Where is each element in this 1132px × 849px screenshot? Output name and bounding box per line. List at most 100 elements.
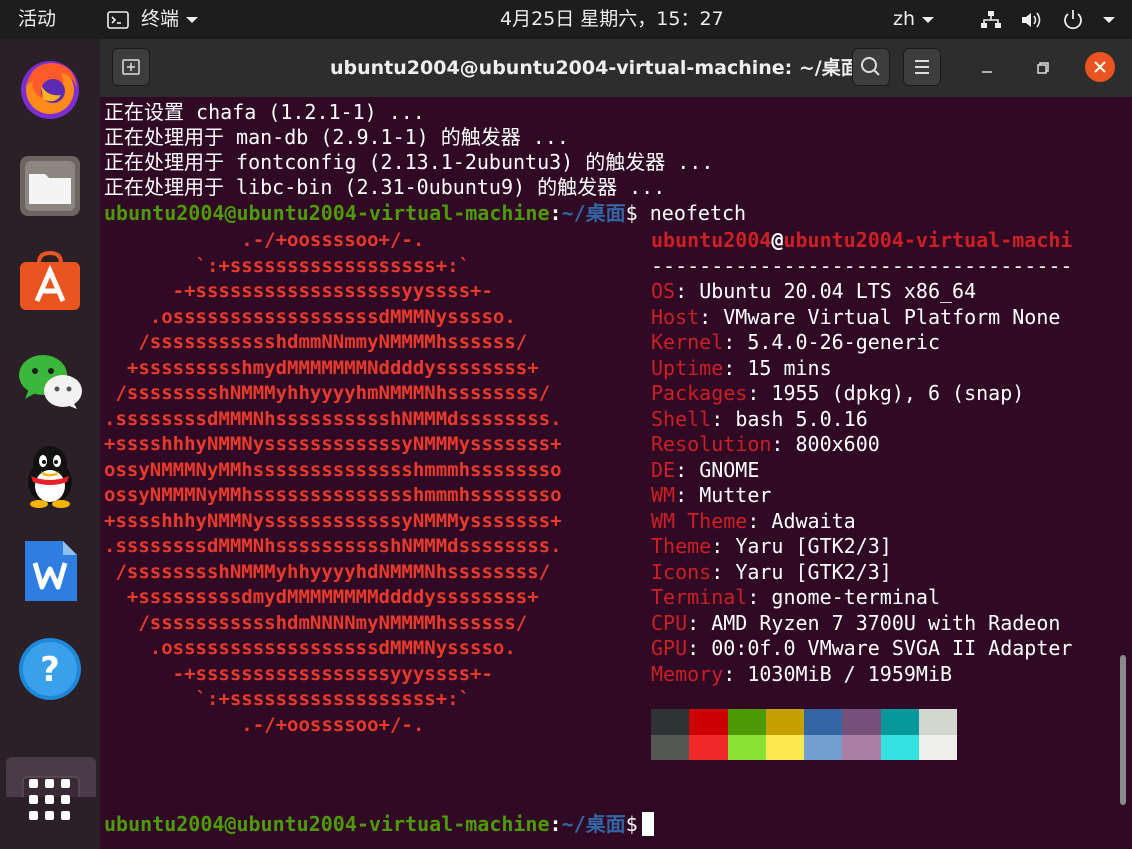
dock-files[interactable] (17, 152, 83, 218)
info-value: bash 5.0.16 (735, 406, 868, 431)
info-value: GNOME (699, 457, 760, 482)
info-colon: : (711, 559, 736, 584)
info-value: Mutter (699, 483, 772, 507)
qq-icon (28, 446, 72, 508)
info-value: 15 mins (747, 355, 832, 380)
info-row: DE: GNOME (651, 458, 759, 484)
color-swatch (842, 709, 881, 735)
menu-button[interactable] (903, 48, 941, 86)
dock-firefox[interactable] (17, 55, 83, 121)
maximize-button[interactable] (1028, 53, 1058, 83)
language-label: zh (893, 8, 916, 30)
logo-line: +ssssssssshmydMMMMMMMNddddyssssssss+ (104, 356, 539, 379)
info-key: Resolution (651, 432, 772, 456)
info-key: CPU (651, 610, 688, 635)
dock-wps[interactable] (17, 539, 83, 605)
logo-line: `:+ssssssssssssssssss+:` (104, 254, 471, 277)
info-colon: : (687, 610, 712, 635)
info-key: Uptime (651, 355, 724, 380)
power-icon (1064, 9, 1082, 29)
info-colon: : (675, 483, 700, 507)
scrollbar[interactable] (1120, 655, 1126, 805)
info-colon: : (747, 381, 772, 405)
info-user: ubuntu2004 (651, 228, 772, 252)
info-host: ubuntu2004-virtual-machi (783, 228, 1073, 252)
system-menu[interactable] (980, 0, 1116, 39)
hamburger-menu-icon (915, 60, 929, 74)
info-value: gnome-terminal (771, 585, 940, 609)
color-swatch (689, 709, 728, 735)
output-line: 正在处理用于 man-db (2.9.1-1) 的触发器 ... (104, 125, 569, 149)
info-row: GPU: 00:0f.0 VMware SVGA II Adapter (651, 636, 1072, 662)
logo-line: .ssssssssdMMMNhsssssssssshNMMMdssssssss. (104, 535, 562, 557)
logo-line: +sssssssssdmydMMMMMMMMddddyssssssss+ (104, 586, 539, 608)
output-line: 正在处理用于 libc-bin (2.31-0ubuntu9) 的触发器 ... (104, 175, 666, 199)
logo-line: /sssssssshNMMMyhhyyyyhdNMMMNhssssssss/ (104, 560, 551, 583)
dock-software[interactable] (17, 249, 83, 315)
info-key: Icons (651, 559, 712, 584)
prompt-path: ~/桌面 (561, 812, 626, 836)
info-row: Memory: 1030MiB / 1959MiB (651, 662, 952, 688)
logo-line: /ssssssssssshdmNNNNmyNMMMMhssssss/ (104, 611, 528, 634)
info-colon: : (771, 432, 796, 456)
minimize-button[interactable] (972, 53, 1002, 83)
info-colon: : (687, 636, 712, 660)
search-button[interactable] (852, 48, 890, 86)
logo-line: .ossssssssssssssssssdMMMNysssso. (104, 305, 516, 328)
help-icon: ? (19, 638, 81, 700)
info-row: WM: Mutter (651, 483, 771, 509)
info-title: ubuntu2004@ubuntu2004-virtual-machi (651, 228, 1072, 254)
info-key: OS (651, 279, 676, 303)
top-bar: 活动 终端 4月25日 星期六，15：27 zh (0, 0, 1132, 39)
info-value: 800x600 (795, 432, 880, 456)
logo-line: .-/+oossssoo+/-. (104, 713, 425, 736)
window-title: ubuntu2004@ubuntu2004-virtual-machine: ~… (330, 57, 860, 79)
info-row: Host: VMware Virtual Platform None (651, 305, 1060, 331)
prompt-line: ubuntu2004@ubuntu2004-virtual-machine:~/… (104, 201, 746, 226)
info-key: GPU (651, 636, 688, 660)
info-colon: : (699, 304, 724, 329)
info-key: Theme (651, 534, 712, 558)
show-applications-button[interactable] (17, 767, 83, 833)
dock-wechat[interactable] (17, 347, 83, 413)
dock-help[interactable]: ? (17, 636, 83, 702)
color-swatch (842, 734, 881, 760)
logo-line: /sssssssshNMMMyhhyyyyhmNMMMNhssssssss/ (104, 382, 551, 404)
prompt-user: ubuntu2004@ubuntu2004-virtual-machine (104, 812, 550, 836)
color-swatch (804, 734, 843, 760)
logo-line: `:+ssssssssssssssssss+:` (104, 688, 471, 710)
logo-line: -+sssssssssssssssssyyyssss+- (104, 662, 493, 685)
prompt-sep: : (549, 201, 562, 225)
dock-qq[interactable] (17, 442, 83, 508)
info-row: OS: Ubuntu 20.04 LTS x86_64 (651, 279, 976, 305)
logo-line: .ossssssssssssssssssdMMMNysssso. (104, 637, 516, 659)
info-colon: : (723, 330, 748, 354)
close-button[interactable] (1085, 52, 1115, 82)
activities-button[interactable]: 活动 (18, 0, 56, 39)
info-value: AMD Ryzen 7 3700U with Radeon (711, 610, 1061, 635)
info-value: VMware Virtual Platform None (723, 304, 1061, 329)
color-swatch (880, 709, 919, 735)
prompt-symbol: $ (625, 812, 638, 836)
color-swatch (651, 734, 690, 760)
info-row: Terminal: gnome-terminal (651, 585, 940, 611)
language-selector[interactable]: zh (893, 0, 935, 39)
info-row: WM Theme: Adwaita (651, 509, 856, 535)
color-swatch (727, 709, 766, 735)
new-tab-icon (122, 59, 140, 75)
restore-icon (1037, 62, 1049, 74)
terminal-view[interactable]: 正在设置 chafa (1.2.1-1) ... 正在处理用于 man-db (… (100, 97, 1132, 849)
output-line: 正在设置 chafa (1.2.1-1) ... (104, 100, 425, 124)
info-key: Kernel (651, 330, 724, 354)
search-icon (861, 57, 880, 76)
logo-line: +sssshhhyNMMNyssssssssssssyNMMMysssssss+ (104, 433, 562, 455)
info-colon: : (675, 279, 700, 303)
new-tab-button[interactable] (112, 48, 150, 86)
info-colon: : (747, 585, 772, 609)
app-menu[interactable]: 终端 (107, 0, 199, 39)
prompt-user: ubuntu2004@ubuntu2004-virtual-machine (104, 201, 550, 225)
color-swatch (727, 734, 766, 760)
info-divider: ----------------------------------- (651, 253, 1073, 278)
clock[interactable]: 4月25日 星期六，15：27 (500, 0, 724, 39)
info-row: Packages: 1955 (dpkg), 6 (snap) (651, 381, 1024, 407)
